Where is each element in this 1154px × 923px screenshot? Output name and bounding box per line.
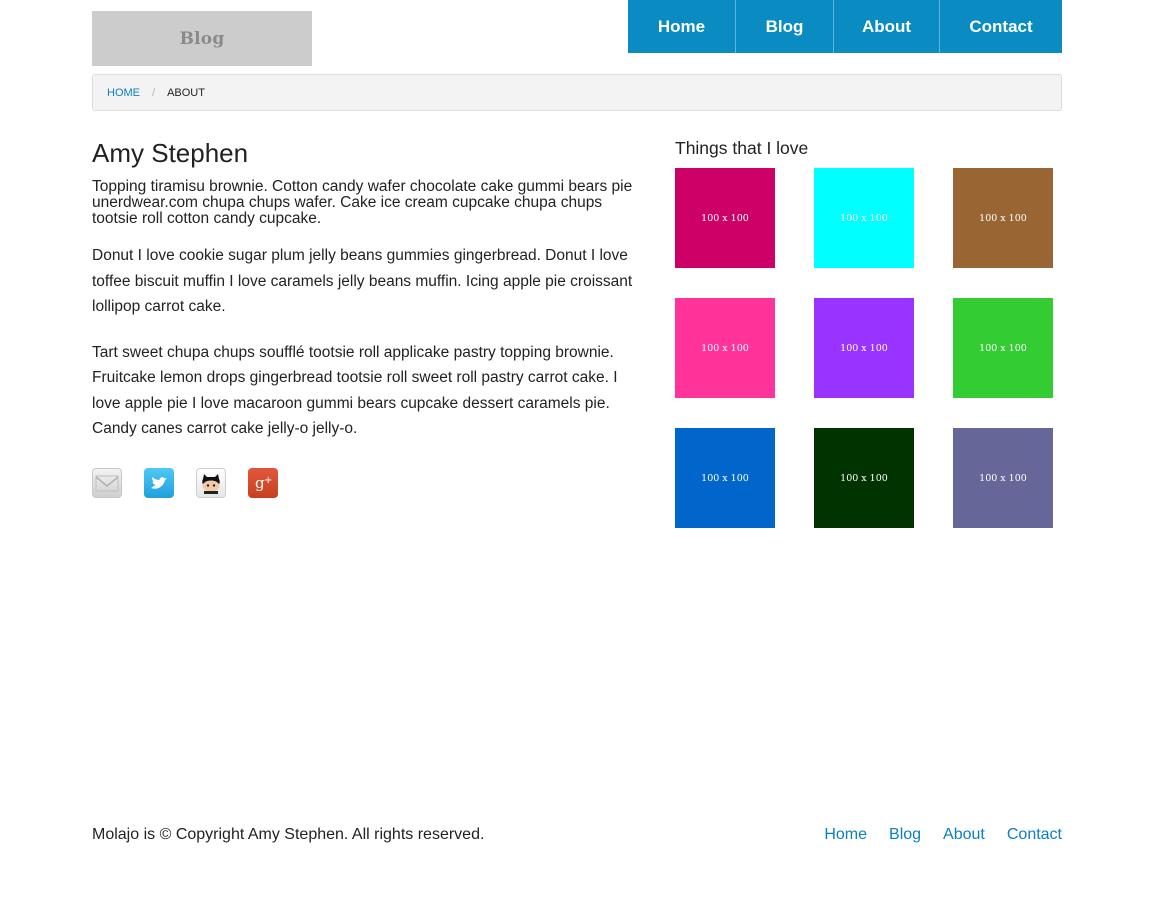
sidebar: Things that I love 100 x 100 100 x 100 1… bbox=[675, 138, 1062, 528]
tile-label: 100 x 100 bbox=[840, 472, 888, 484]
footer-link-contact[interactable]: Contact bbox=[1007, 826, 1062, 844]
nav-blog[interactable]: Blog bbox=[736, 0, 834, 53]
google-plus-icon[interactable]: g + bbox=[248, 468, 278, 498]
favorite-tile[interactable]: 100 x 100 bbox=[675, 168, 775, 268]
main-content: Amy Stephen Topping tiramisu brownie. Co… bbox=[92, 138, 647, 462]
footer-link-blog[interactable]: Blog bbox=[889, 826, 921, 844]
tile-label: 100 x 100 bbox=[701, 472, 749, 484]
favorite-tile[interactable]: 100 x 100 bbox=[953, 168, 1053, 268]
nav-contact[interactable]: Contact bbox=[940, 0, 1062, 53]
favorite-tile[interactable]: 100 x 100 bbox=[953, 298, 1053, 398]
tile-label: 100 x 100 bbox=[979, 472, 1027, 484]
logo-text: Blog bbox=[179, 28, 225, 49]
svg-text:+: + bbox=[264, 475, 272, 486]
favorite-tile[interactable]: 100 x 100 bbox=[953, 428, 1053, 528]
tile-label: 100 x 100 bbox=[701, 212, 749, 224]
twitter-icon[interactable] bbox=[144, 468, 174, 498]
page-title: Amy Stephen bbox=[92, 138, 249, 168]
top-navigation: Home Blog About Contact bbox=[628, 0, 1062, 53]
tile-label: 100 x 100 bbox=[840, 212, 888, 224]
footer-copyright: Molajo is © Copyright Amy Stephen. All r… bbox=[92, 826, 485, 843]
favorite-tile[interactable]: 100 x 100 bbox=[814, 168, 914, 268]
social-links: g + bbox=[92, 468, 300, 498]
breadcrumb-divider: / bbox=[152, 86, 156, 99]
tile-label: 100 x 100 bbox=[701, 342, 749, 354]
footer-link-home[interactable]: Home bbox=[824, 826, 867, 844]
favorite-tile[interactable]: 100 x 100 bbox=[675, 428, 775, 528]
site-logo[interactable]: Blog bbox=[92, 11, 312, 66]
body-paragraph: Tart sweet chupa chups soufflé tootsie r… bbox=[92, 343, 618, 438]
tile-label: 100 x 100 bbox=[979, 212, 1027, 224]
mail-icon[interactable] bbox=[92, 468, 122, 498]
tile-label: 100 x 100 bbox=[840, 342, 888, 354]
breadcrumb-home-link[interactable]: HOME bbox=[107, 87, 140, 99]
lead-paragraph: Topping tiramisu brownie. Cotton candy w… bbox=[92, 178, 633, 227]
body-paragraph: Donut I love cookie sugar plum jelly bea… bbox=[92, 247, 633, 315]
tile-label: 100 x 100 bbox=[979, 342, 1027, 354]
nav-about[interactable]: About bbox=[834, 0, 940, 53]
favorite-tile[interactable]: 100 x 100 bbox=[675, 298, 775, 398]
breadcrumb: HOME / ABOUT bbox=[92, 74, 1062, 111]
nav-home[interactable]: Home bbox=[628, 0, 736, 53]
github-icon[interactable] bbox=[196, 468, 226, 498]
breadcrumb-current: ABOUT bbox=[167, 86, 205, 99]
sidebar-title: Things that I love bbox=[675, 138, 809, 158]
favorite-tile[interactable]: 100 x 100 bbox=[814, 428, 914, 528]
footer-navigation: Home Blog About Contact bbox=[802, 826, 1062, 844]
footer-link-about[interactable]: About bbox=[943, 826, 985, 844]
favorite-tile[interactable]: 100 x 100 bbox=[814, 298, 914, 398]
